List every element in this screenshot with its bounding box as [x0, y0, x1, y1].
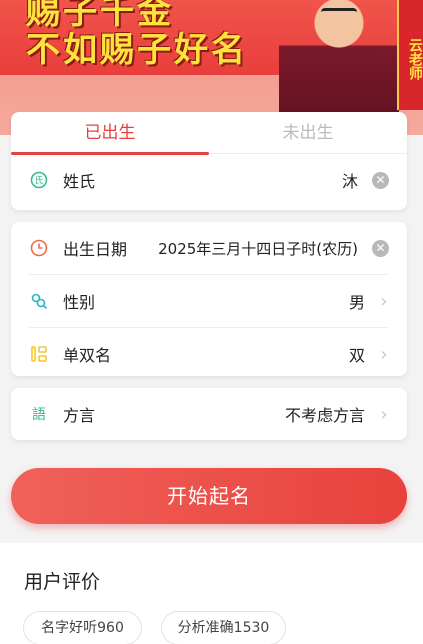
birth-date-value[interactable]: 2025年三月十四日子时(农历) — [158, 238, 358, 259]
clock-icon — [29, 238, 49, 258]
gender-row[interactable]: 性别 男 › — [11, 275, 407, 327]
clear-surname-icon[interactable]: ✕ — [372, 171, 389, 189]
chevron-right-icon: › — [380, 290, 388, 312]
name-length-row[interactable]: 单双名 双 › — [11, 328, 407, 380]
clear-birth-date-icon[interactable]: ✕ — [372, 239, 389, 257]
dialect-value[interactable]: 不考虑方言 — [285, 402, 365, 426]
surname-icon: 氏 — [29, 170, 49, 190]
tab-unborn[interactable]: 未出生 — [209, 112, 407, 153]
review-chip[interactable]: 名字好听960 — [23, 611, 142, 644]
birth-info-card: 出生日期 2025年三月十四日子时(农历) ✕ 性别 男 › 单双名 双 › — [11, 222, 407, 376]
birth-date-label: 出生日期 — [63, 240, 128, 259]
name-length-label: 单双名 — [63, 346, 112, 365]
start-naming-button[interactable]: 开始起名 — [11, 468, 407, 524]
name-length-value[interactable]: 双 — [349, 342, 365, 366]
dialect-row[interactable]: 語 方言 不考虑方言 › — [11, 388, 407, 440]
surname-card: 已出生 未出生 氏 姓氏 沐 ✕ — [11, 112, 407, 210]
chevron-right-icon: › — [380, 343, 388, 365]
surname-value[interactable]: 沐 — [342, 168, 358, 192]
gender-value[interactable]: 男 — [349, 289, 365, 313]
reviews-title: 用户评价 — [24, 571, 101, 593]
dialect-label: 方言 — [63, 406, 96, 425]
gender-icon — [29, 291, 49, 311]
teacher-name-tag: 云老师 — [397, 0, 423, 110]
svg-text:語: 語 — [32, 407, 46, 423]
chevron-right-icon: › — [380, 403, 388, 425]
dialect-icon: 語 — [29, 404, 49, 424]
surname-label: 姓氏 — [63, 172, 96, 191]
svg-text:氏: 氏 — [34, 176, 43, 187]
user-reviews-section: 用户评价 名字好听960 分析准确1530 — [0, 543, 423, 644]
review-chip[interactable]: 分析准确1530 — [161, 611, 286, 644]
birth-date-row[interactable]: 出生日期 2025年三月十四日子时(农历) ✕ — [11, 222, 407, 274]
name-length-icon — [29, 344, 49, 364]
birth-status-tabs: 已出生 未出生 — [11, 112, 407, 155]
tab-born[interactable]: 已出生 — [11, 112, 209, 153]
dialect-card: 語 方言 不考虑方言 › — [11, 388, 407, 440]
surname-row[interactable]: 氏 姓氏 沐 ✕ — [11, 154, 407, 206]
gender-label: 性别 — [63, 293, 96, 312]
banner-slogan-line2: 不如赐子好名 — [26, 30, 248, 70]
